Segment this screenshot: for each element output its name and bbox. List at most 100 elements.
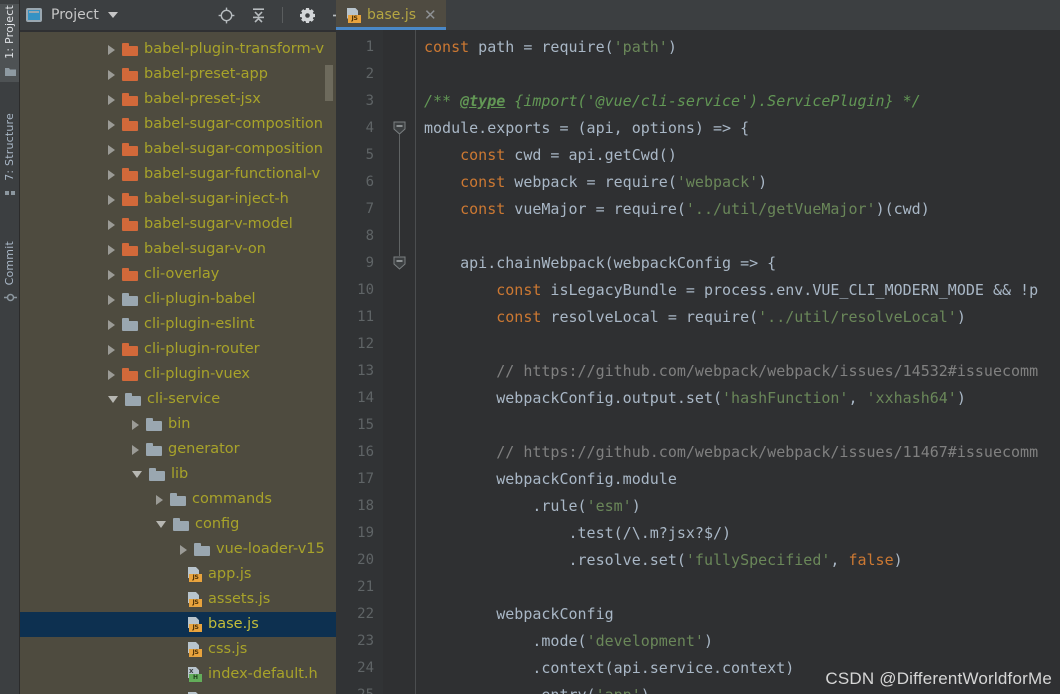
tree-row[interactable]: cli-overlay [20,262,336,287]
code-line[interactable]: .entry('app') [424,682,649,694]
tree-row[interactable]: commands [20,487,336,512]
code-token-def: require [541,38,605,56]
code-line[interactable]: // https://github.com/webpack/webpack/is… [424,439,1038,466]
chevron-right-icon[interactable] [132,419,139,430]
code-line[interactable]: // https://github.com/webpack/webpack/is… [424,358,1038,385]
code-fold-icon[interactable] [393,256,406,270]
code-line[interactable]: /** @type {import('@vue/cli-service').Se… [424,88,921,115]
fold-gutter[interactable] [383,30,416,694]
code-line[interactable]: const cwd = api.getCwd() [424,142,677,169]
close-icon[interactable]: ✕ [422,7,437,23]
tree-row[interactable]: babel-sugar-v-on [20,237,336,262]
chevron-right-icon[interactable] [108,294,115,305]
code-line[interactable]: .resolve.set('fullySpecified', false) [424,547,903,574]
tree-row[interactable]: cli-plugin-vuex [20,362,336,387]
tree-row[interactable]: vue-loader-v15 [20,537,336,562]
chevron-right-icon[interactable] [108,369,115,380]
chevron-down-icon[interactable] [107,12,118,18]
tree-row[interactable]: config [20,512,336,537]
folder-module-icon [122,368,138,381]
tree-row[interactable]: cli-plugin-eslint [20,312,336,337]
tree-row[interactable]: babel-sugar-composition [20,137,336,162]
code-editor[interactable]: 1234567891011121314151617181920212223242… [336,30,1060,694]
code-line[interactable]: .context(api.service.context) [424,655,794,682]
tree-row[interactable]: babel-preset-app [20,62,336,87]
chevron-right-icon[interactable] [108,244,115,255]
chevron-right-icon[interactable] [108,169,115,180]
code-token-doc: /** [424,92,461,110]
code-line[interactable]: const isLegacyBundle = process.env.VUE_C… [424,277,1038,304]
rail-item-project[interactable]: 1: Project [0,4,19,82]
code-line[interactable]: module.exports = (api, options) => { [424,115,749,142]
tree-row[interactable]: babel-sugar-v-model [20,212,336,237]
chevron-right-icon[interactable] [108,69,115,80]
code-line[interactable]: .rule('esm') [424,493,641,520]
tree-row[interactable]: babel-sugar-inject-h [20,187,336,212]
tree-row[interactable]: JS css.js [20,637,336,662]
code-line[interactable]: webpackConfig.output.set('hashFunction',… [424,385,966,412]
tree-row[interactable]: cli-plugin-babel [20,287,336,312]
code-line[interactable]: webpackConfig [424,601,614,628]
code-token-def: .mode( [532,632,587,650]
tree-row[interactable]: babel-sugar-functional-v [20,162,336,187]
code-token-str: 'hashFunction' [722,389,849,407]
project-tree[interactable]: babel-plugin-transform-v babel-preset-app… [20,30,336,694]
chevron-down-icon[interactable] [156,521,166,528]
tree-row[interactable]: lib [20,462,336,487]
chevron-right-icon[interactable] [180,544,187,555]
collapse-all-icon[interactable] [248,5,268,25]
chevron-right-icon[interactable] [108,319,115,330]
tree-row[interactable]: babel-preset-jsx [20,87,336,112]
rail-item-commit[interactable]: Commit [0,228,19,308]
tree-row[interactable]: x H index-default.h [20,662,336,687]
tree-row[interactable]: generator [20,437,336,462]
code-line[interactable]: .mode('development') [424,628,713,655]
code-line[interactable]: const resolveLocal = require('../util/re… [424,304,966,331]
code-line[interactable]: api.chainWebpack(webpackConfig => { [424,250,776,277]
chevron-down-icon[interactable] [108,396,118,403]
tree-row-label: babel-preset-app [144,66,268,82]
tree-row[interactable]: babel-sugar-composition [20,112,336,137]
editor-gutter[interactable]: 1234567891011121314151617181920212223242… [336,30,383,694]
rail-label-structure: 7: Structure [3,113,16,181]
settings-gear-icon[interactable] [297,5,317,25]
tree-row[interactable]: JS [20,687,336,694]
chevron-right-icon[interactable] [108,119,115,130]
tree-row[interactable]: bin [20,412,336,437]
code-line[interactable]: webpackConfig.module [424,466,677,493]
tree-row[interactable]: babel-plugin-transform-v [20,37,336,62]
code-fold-icon[interactable] [393,121,406,135]
tree-row[interactable]: JS assets.js [20,587,336,612]
chevron-right-icon[interactable] [108,269,115,280]
chevron-right-icon[interactable] [108,219,115,230]
code-line[interactable]: .test(/\.m?jsx?$/) [424,520,732,547]
code-content[interactable]: const path = require('path') /** @type {i… [416,30,1060,694]
chevron-right-icon[interactable] [108,94,115,105]
js-file-icon: JS [187,567,202,582]
tree-row[interactable]: JS app.js [20,562,336,587]
rail-item-structure[interactable]: 7: Structure [0,106,19,204]
chevron-right-icon[interactable] [156,494,163,505]
code-line[interactable]: const webpack = require('webpack') [424,169,767,196]
code-line[interactable]: const path = require('path') [424,34,677,61]
chevron-down-icon[interactable] [132,471,142,478]
chevron-right-icon[interactable] [108,44,115,55]
code-line[interactable]: const vueMajor = require('../util/getVue… [424,196,930,223]
tab-base-js[interactable]: JS base.js ✕ [336,0,446,30]
code-token-def: ) [631,497,641,515]
code-token-def: webpackConfig [496,605,614,623]
chevron-right-icon[interactable] [108,194,115,205]
code-token-def: path = [469,38,542,56]
tree-row[interactable]: cli-service [20,387,336,412]
locate-icon[interactable] [216,5,236,25]
chevron-right-icon[interactable] [108,144,115,155]
code-token-doc: {import('@vue/cli-service').ServicePlugi… [505,92,921,110]
chevron-right-icon[interactable] [108,344,115,355]
tree-row[interactable]: cli-plugin-router [20,337,336,362]
tree-row-selected[interactable]: JS base.js [20,612,336,637]
tree-scrollbar[interactable] [325,65,333,101]
chevron-right-icon[interactable] [132,444,139,455]
